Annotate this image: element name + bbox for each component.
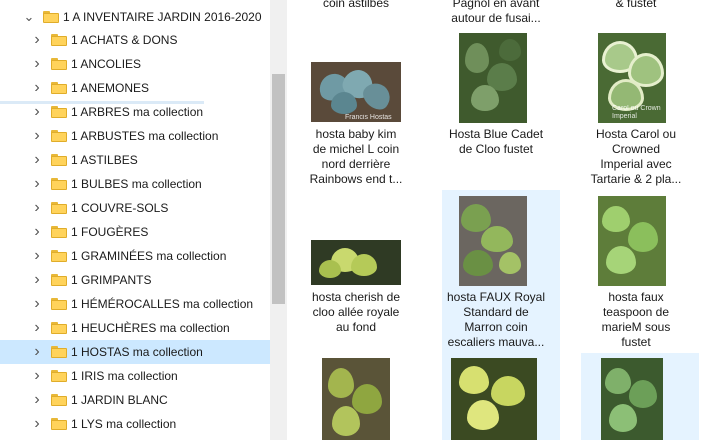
chevron-right-icon[interactable]: › [29, 388, 45, 412]
folder-icon [51, 418, 67, 430]
chevron-down-icon[interactable]: ⌄ [21, 5, 37, 29]
file-caption[interactable]: hosta cherish de cloo allée royale au fond [297, 290, 415, 335]
folder-icon [51, 370, 67, 382]
file-caption[interactable]: coin astilbes [297, 0, 415, 11]
nav-tree-item-label: 1 GRIMPANTS [71, 273, 152, 287]
folder-icon [51, 322, 67, 334]
nav-tree-item-label: 1 COUVRE-SOLS [71, 201, 169, 215]
chevron-right-icon[interactable]: › [29, 244, 45, 268]
nav-tree-item[interactable]: › 1 ARBUSTES ma collection [0, 124, 270, 148]
nav-tree-item-label: 1 JARDIN BLANC [71, 393, 168, 407]
chevron-right-icon[interactable]: › [29, 52, 45, 76]
chevron-right-icon[interactable]: › [29, 364, 45, 388]
chevron-right-icon[interactable]: › [29, 124, 45, 148]
chevron-right-icon[interactable]: › [29, 148, 45, 172]
nav-tree-item[interactable]: › 1 GRAMINÉES ma collection [0, 244, 270, 268]
image-thumbnail[interactable] [459, 33, 527, 123]
nav-tree-item-label: 1 ANCOLIES [71, 57, 142, 71]
nav-scrollbar-thumb[interactable] [272, 74, 285, 304]
file-view: coin astilbes Pagnol en avant autour de f… [287, 0, 710, 440]
nav-tree-item[interactable]: › 1 HEUCHÈRES ma collection [0, 316, 270, 340]
folder-icon [51, 298, 67, 310]
image-thumbnail[interactable] [459, 196, 527, 286]
chevron-right-icon[interactable]: › [29, 196, 45, 220]
nav-tree-item[interactable]: › 1 COUVRE-SOLS [0, 196, 270, 220]
thumbnail-watermark: Francis Hostas [345, 114, 392, 121]
hover-highlight [0, 101, 204, 104]
nav-tree-item-label: 1 ASTILBES [71, 153, 138, 167]
nav-tree-item[interactable]: › 1 ANEMONES [0, 76, 270, 100]
image-thumbnail[interactable] [451, 358, 537, 440]
nav-tree-item-label: 1 HOSTAS ma collection [71, 345, 203, 359]
nav-tree-item-label: 1 FOUGÈRES [71, 225, 149, 239]
folder-icon [51, 130, 67, 142]
nav-tree-item[interactable]: › 1 HÉMÉROCALLES ma collection [0, 292, 270, 316]
folder-icon [43, 11, 59, 23]
image-thumbnail[interactable] [601, 358, 663, 440]
folder-icon [51, 82, 67, 94]
folder-icon [51, 154, 67, 166]
nav-tree-item-label: 1 ARBRES ma collection [71, 105, 204, 119]
chevron-right-icon[interactable]: › [29, 316, 45, 340]
file-caption[interactable]: hosta faux teaspoon de marieM sous fustet [577, 290, 695, 350]
folder-icon [51, 106, 67, 118]
nav-tree-item-label: 1 ACHATS & DONS [71, 33, 178, 47]
folder-icon [51, 346, 67, 358]
file-caption[interactable]: hosta FAUX Royal Standard de Marron coin es… [437, 290, 555, 350]
chevron-right-icon[interactable]: › [29, 292, 45, 316]
nav-tree-item-label: 1 ARBUSTES ma collection [71, 129, 219, 143]
nav-tree-item[interactable]: › 1 FOUGÈRES [0, 220, 270, 244]
image-thumbnail[interactable]: Francis Hostas [311, 62, 401, 122]
nav-tree-item[interactable]: › 1 GRIMPANTS [0, 268, 270, 292]
image-thumbnail[interactable] [322, 358, 390, 440]
chevron-right-icon[interactable]: › [29, 412, 45, 436]
folder-icon [51, 178, 67, 190]
nav-tree-item[interactable]: › 1 IRIS ma collection [0, 364, 270, 388]
folder-icon [51, 58, 67, 70]
image-thumbnail[interactable] [598, 196, 666, 286]
file-caption[interactable]: hosta baby kim de michel L coin nord derri… [297, 127, 415, 187]
file-caption[interactable]: & fustet [577, 0, 695, 11]
chevron-right-icon[interactable]: › [29, 220, 45, 244]
nav-tree-item-label: 1 LYS ma collection [71, 417, 177, 431]
nav-tree-item-label: 1 ANEMONES [71, 81, 150, 95]
nav-tree-item[interactable]: › 1 JARDIN BLANC [0, 388, 270, 412]
folder-icon [51, 34, 67, 46]
nav-tree-item-label: 1 BULBES ma collection [71, 177, 202, 191]
nav-tree-item[interactable]: › 1 ANCOLIES [0, 52, 270, 76]
file-caption[interactable]: Hosta Carol ou Crowned Imperial avec Tartar… [577, 127, 695, 187]
chevron-right-icon[interactable]: › [29, 76, 45, 100]
nav-tree-item-label: 1 A INVENTAIRE JARDIN 2016-2020 [63, 10, 262, 24]
image-thumbnail[interactable] [311, 240, 401, 285]
folder-icon [51, 394, 67, 406]
nav-tree-item[interactable]: › 1 BULBES ma collection [0, 172, 270, 196]
nav-tree-item-label: 1 IRIS ma collection [71, 369, 178, 383]
nav-tree-item-label: 1 HEUCHÈRES ma collection [71, 321, 230, 335]
folder-icon [51, 274, 67, 286]
chevron-right-icon[interactable]: › [29, 340, 45, 364]
file-caption[interactable]: Pagnol en avant autour de fusai... [437, 0, 555, 26]
nav-tree-item[interactable]: › 1 ACHATS & DONS [0, 28, 270, 52]
nav-tree-item[interactable]: › 1 LYS ma collection [0, 412, 270, 436]
file-caption[interactable]: Hosta Blue Cadet de Cloo fustet [437, 127, 555, 157]
chevron-right-icon[interactable]: › [29, 172, 45, 196]
thumbnail-watermark: Carol ou Crown Imperial [612, 105, 661, 120]
navigation-pane: ⌄ 1 A INVENTAIRE JARDIN 2016-2020 › 1 ACHAT… [0, 0, 270, 440]
nav-tree-item[interactable]: › 1 ASTILBES [0, 148, 270, 172]
nav-tree-item[interactable]: ⌄ 1 A INVENTAIRE JARDIN 2016-2020 [0, 5, 270, 29]
nav-tree-item[interactable]: › 1 HOSTAS ma collection [0, 340, 270, 364]
chevron-right-icon[interactable]: › [29, 28, 45, 52]
nav-tree-item-label: 1 GRAMINÉES ma collection [71, 249, 227, 263]
image-thumbnail[interactable]: Carol ou Crown Imperial [598, 33, 666, 123]
folder-icon [51, 250, 67, 262]
nav-tree-item-label: 1 HÉMÉROCALLES ma collection [71, 297, 254, 311]
folder-icon [51, 202, 67, 214]
chevron-right-icon[interactable]: › [29, 268, 45, 292]
folder-icon [51, 226, 67, 238]
